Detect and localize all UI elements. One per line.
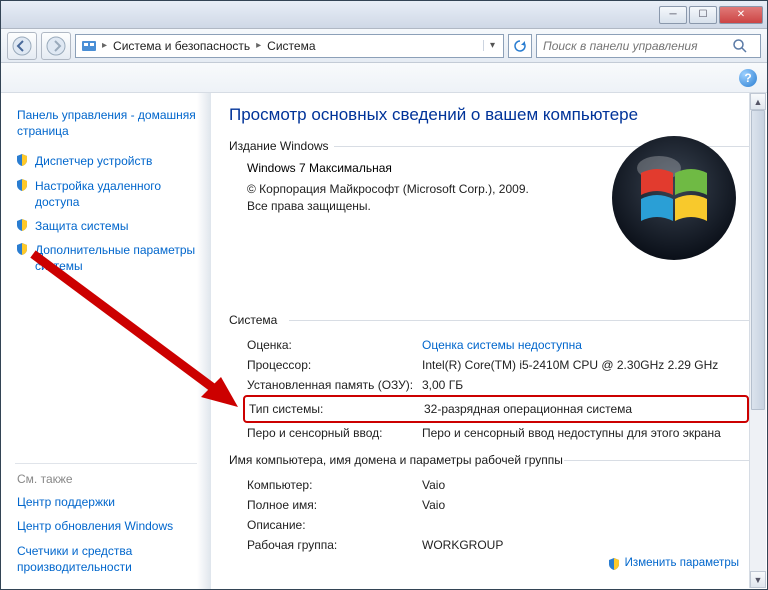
system-group-label: Система (229, 313, 749, 327)
change-settings-link[interactable]: Изменить параметры (607, 557, 739, 571)
titlebar: ─ ☐ ✕ (1, 1, 767, 29)
ram-value: 3,00 ГБ (422, 378, 749, 392)
workgroup-label: Рабочая группа: (247, 538, 422, 552)
search-input[interactable] (537, 39, 732, 53)
system-type-value: 32-разрядная операционная система (424, 402, 747, 416)
sidebar-item-label: Настройка удаленного доступа (35, 179, 161, 209)
rating-link[interactable]: Оценка системы недоступна (422, 338, 582, 352)
see-also-link[interactable]: Счетчики и средства производительности (15, 539, 197, 579)
network-group-label: Имя компьютера, имя домена и параметры р… (229, 453, 749, 467)
pen-label: Перо и сенсорный ввод: (247, 426, 422, 440)
description-value (422, 518, 749, 532)
cpu-label: Процессор: (247, 358, 422, 372)
control-panel-icon (81, 38, 97, 54)
address-dropdown-icon[interactable]: ▾ (483, 40, 501, 51)
sidebar-home-link[interactable]: Панель управления - домашняя страница (15, 103, 203, 143)
maximize-button[interactable]: ☐ (689, 6, 717, 24)
scroll-up-button[interactable]: ▲ (750, 93, 766, 110)
ram-label: Установленная память (ОЗУ): (247, 378, 422, 392)
computer-label: Компьютер: (247, 478, 422, 492)
fullname-label: Полное имя: (247, 498, 422, 512)
cpu-value: Intel(R) Core(TM) i5-2410M CPU @ 2.30GHz… (422, 358, 749, 372)
shield-icon (15, 218, 29, 232)
breadcrumb-root[interactable]: Система и безопасность (109, 39, 254, 53)
rating-label: Оценка: (247, 338, 422, 352)
workgroup-value: WORKGROUP (422, 538, 749, 552)
refresh-button[interactable] (508, 34, 532, 58)
copyright-text: © Корпорация Майкрософт (Microsoft Corp.… (247, 181, 547, 215)
shield-icon (607, 557, 621, 571)
system-type-label: Тип системы: (249, 402, 424, 416)
fullname-value: Vaio (422, 498, 749, 512)
change-settings-label: Изменить параметры (625, 557, 739, 571)
sidebar-item-advanced[interactable]: Дополнительные параметры системы (15, 238, 203, 278)
shield-icon (15, 153, 29, 167)
sidebar-item-remote[interactable]: Настройка удаленного доступа (15, 174, 203, 214)
see-also-link[interactable]: Центр поддержки (15, 490, 197, 514)
close-button[interactable]: ✕ (719, 6, 763, 24)
main-content: Просмотр основных сведений о вашем компь… (211, 93, 767, 589)
nav-forward-button[interactable] (41, 32, 71, 60)
shield-icon (15, 242, 29, 256)
scrollbar-thumb[interactable] (751, 110, 765, 410)
navbar: ▸ Система и безопасность ▸ Система ▾ (1, 29, 767, 63)
address-bar[interactable]: ▸ Система и безопасность ▸ Система ▾ (75, 34, 504, 58)
minimize-button[interactable]: ─ (659, 6, 687, 24)
search-box[interactable] (536, 34, 761, 58)
description-label: Описание: (247, 518, 422, 532)
vertical-scrollbar[interactable]: ▲ ▼ (749, 93, 766, 588)
breadcrumb-current[interactable]: Система (263, 39, 319, 53)
computer-value: Vaio (422, 478, 749, 492)
shield-icon (15, 178, 29, 192)
help-icon[interactable]: ? (739, 69, 757, 87)
windows-logo-icon (609, 133, 739, 263)
sidebar-see-also: См. также Центр поддержки Центр обновлен… (15, 463, 197, 579)
nav-back-button[interactable] (7, 32, 37, 60)
scroll-down-button[interactable]: ▼ (750, 571, 766, 588)
sidebar-item-label: Диспетчер устройств (35, 154, 152, 168)
sidebar-item-device-manager[interactable]: Диспетчер устройств (15, 149, 203, 173)
sidebar-item-label: Защита системы (35, 219, 128, 233)
toolbar: ? (1, 63, 767, 93)
highlight-annotation: Тип системы:32-разрядная операционная си… (243, 395, 749, 423)
chevron-right-icon: ▸ (254, 40, 263, 51)
chevron-right-icon: ▸ (100, 40, 109, 51)
see-also-header: См. также (15, 463, 197, 490)
see-also-link[interactable]: Центр обновления Windows (15, 514, 197, 538)
pen-value: Перо и сенсорный ввод недоступны для это… (422, 426, 749, 440)
sidebar-item-protection[interactable]: Защита системы (15, 214, 203, 238)
sidebar: Панель управления - домашняя страница Ди… (1, 93, 211, 589)
page-title: Просмотр основных сведений о вашем компь… (229, 105, 749, 125)
search-icon (732, 38, 748, 54)
sidebar-item-label: Дополнительные параметры системы (35, 243, 195, 273)
